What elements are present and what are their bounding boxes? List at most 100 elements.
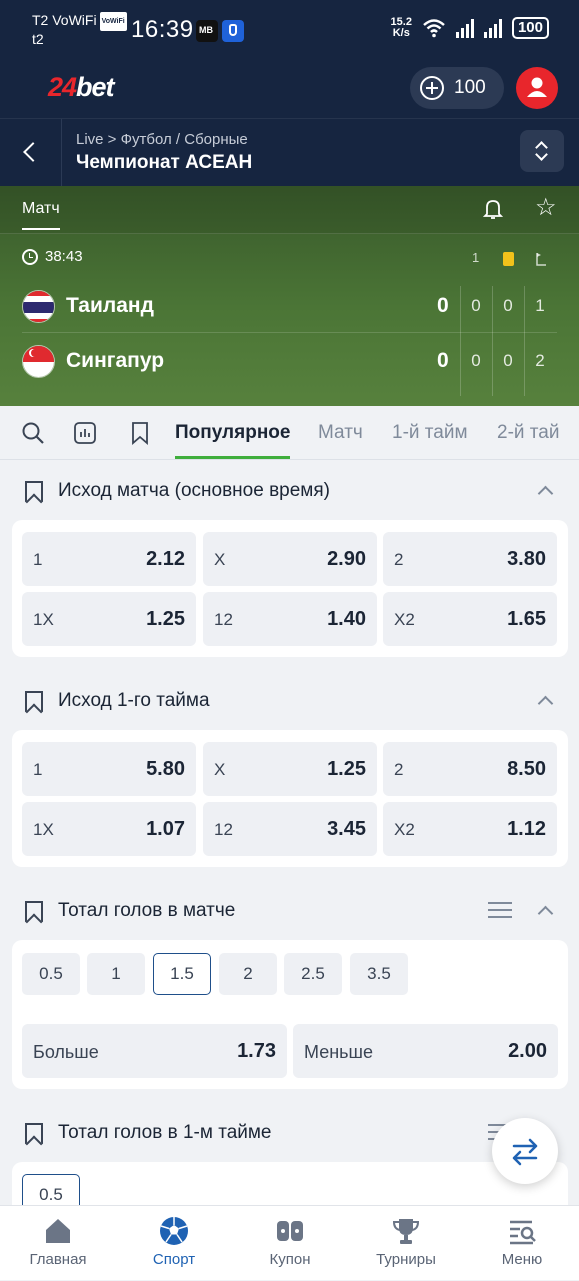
chevron-up-icon[interactable] — [537, 485, 554, 502]
menu-search-icon — [510, 1220, 536, 1245]
tab-second-half[interactable]: 2-й тай — [497, 422, 559, 444]
stat-corners: 2 — [535, 351, 545, 370]
odd-button[interactable]: 2 3.80 — [383, 532, 557, 586]
total-line-chip[interactable]: 3.5 — [350, 953, 408, 995]
match-scoreboard: Матч ☆ 38:43 1 Таиланд 0 0 0 1 Сингапур … — [0, 186, 579, 406]
favorite-star-icon[interactable]: ☆ — [535, 196, 557, 220]
search-icon[interactable] — [21, 421, 45, 445]
bookmark-icon[interactable] — [25, 901, 43, 922]
tab-popular[interactable]: Популярное — [175, 422, 291, 459]
stat-yellow-cards: 0 — [503, 351, 513, 370]
brand-logo[interactable]: 24bet — [48, 72, 115, 103]
odd-button[interactable]: 2 8.50 — [383, 742, 557, 796]
page-title: Чемпионат АСЕАН — [76, 152, 253, 173]
nav-menu[interactable]: Меню — [464, 1206, 579, 1281]
under-odd-button[interactable]: Меньше 2.00 — [293, 1024, 558, 1078]
odd-button[interactable]: 1 2.12 — [22, 532, 196, 586]
market-tabs: Популярное Матч 1-й тайм 2-й тай — [0, 406, 579, 460]
carrier-name: T2 VoWiFi — [32, 12, 97, 29]
stat-half: 0 — [471, 351, 481, 370]
totals-card: 0.5 1 1.5 2 2.5 3.5 Больше 1.73 Меньше 2.0… — [12, 940, 568, 1089]
odd-button[interactable]: 12 3.45 — [203, 802, 377, 856]
thailand-flag-icon — [22, 289, 55, 323]
over-odd-button[interactable]: Больше 1.73 — [22, 1024, 287, 1078]
nav-tournaments[interactable]: Турниры — [348, 1206, 464, 1281]
clock-time: 16:39 — [131, 16, 194, 43]
total-line-chip[interactable]: 0.5 — [22, 953, 80, 995]
team-row-home: Таиланд 0 0 0 1 — [0, 279, 579, 333]
bookmark-icon[interactable] — [25, 481, 43, 502]
team-score-away: 0 — [437, 349, 449, 372]
corner-flag-icon — [536, 253, 546, 266]
nav-home[interactable]: Главная — [0, 1206, 116, 1281]
market-header[interactable]: Исход 1-го тайма — [0, 670, 579, 730]
stat-half: 0 — [471, 296, 481, 315]
wifi-icon — [423, 19, 445, 38]
bottom-navigation: Главная Спорт Купон Турниры Меню — [0, 1205, 579, 1280]
signal-icon-2 — [483, 18, 502, 38]
stat-corners: 1 — [535, 296, 545, 315]
app-header: 24bet 100 — [0, 62, 579, 118]
team-row-away: Сингапур 0 0 0 2 — [0, 334, 579, 388]
breadcrumb[interactable]: Live > Футбол / Сборные — [76, 131, 248, 148]
back-button[interactable] — [0, 119, 62, 187]
chevron-up-icon[interactable] — [537, 695, 554, 712]
match-tabs: Матч ☆ — [0, 186, 579, 234]
column-head-half: 1 — [472, 250, 480, 265]
switch-market-button[interactable] — [492, 1118, 558, 1184]
bookmark-icon[interactable] — [25, 691, 43, 712]
yellow-card-icon — [503, 252, 514, 266]
total-line-chip[interactable]: 2.5 — [284, 953, 342, 995]
tab-match[interactable]: Матч — [318, 422, 363, 444]
status-bar: T2 VoWiFi VoWiFi t2 16:39 MB 15.2 K/s 100 — [0, 0, 579, 62]
market-header[interactable]: Тотал голов в матче — [0, 880, 579, 940]
stat-yellow-cards: 0 — [503, 296, 513, 315]
odd-button[interactable]: 1X 1.25 — [22, 592, 196, 646]
odd-button[interactable]: 1 5.80 — [22, 742, 196, 796]
coupon-icon — [277, 1221, 303, 1241]
system-indicators: 15.2 K/s 100 — [391, 17, 549, 39]
bookmark-icon[interactable] — [25, 1123, 43, 1144]
chevron-up-icon[interactable] — [537, 905, 554, 922]
expand-toggle-button[interactable] — [520, 130, 564, 172]
total-line-chip-selected[interactable]: 1.5 — [153, 953, 211, 995]
divider — [22, 332, 557, 333]
balance-value: 100 — [454, 77, 486, 98]
list-view-icon[interactable] — [488, 902, 512, 920]
tab-first-half[interactable]: 1-й тайм — [392, 422, 468, 444]
singapore-flag-icon — [22, 344, 55, 378]
user-icon — [527, 77, 547, 97]
odd-button[interactable]: 12 1.40 — [203, 592, 377, 646]
market-title: Тотал голов в матче — [58, 900, 236, 921]
clock-icon — [22, 248, 38, 265]
trophy-icon — [392, 1219, 420, 1244]
statistics-icon[interactable] — [73, 421, 97, 445]
nav-coupon[interactable]: Купон — [232, 1206, 348, 1281]
team-name-home: Таиланд — [66, 294, 154, 317]
market-header[interactable]: Исход матча (основное время) — [0, 460, 579, 520]
app-notification-icon: MB — [196, 20, 218, 42]
add-funds-icon — [420, 76, 444, 100]
carrier-line2: t2 — [32, 31, 44, 47]
total-line-chip[interactable]: 2 — [219, 953, 277, 995]
vowifi-badge: VoWiFi — [99, 12, 127, 31]
nav-sport[interactable]: Спорт — [116, 1206, 232, 1281]
total-line-chip[interactable]: 1 — [87, 953, 145, 995]
odd-button[interactable]: X2 1.65 — [383, 592, 557, 646]
breadcrumb-bar: Live > Футбол / Сборные Чемпионат АСЕАН — [0, 118, 579, 187]
tab-match[interactable]: Матч — [22, 200, 60, 230]
odds-card: 1 2.12 X 2.90 2 3.80 1X 1.25 12 1.40 X2 1.65 — [12, 520, 568, 657]
carrier-info: T2 VoWiFi VoWiFi t2 — [32, 12, 127, 48]
odd-button[interactable]: X 2.90 — [203, 532, 377, 586]
balance-button[interactable]: 100 — [410, 67, 504, 109]
swap-arrows-icon — [512, 1138, 538, 1166]
market-title: Исход матча (основное время) — [58, 480, 330, 501]
odd-button[interactable]: X2 1.12 — [383, 802, 557, 856]
battery-icon: 100 — [511, 17, 549, 39]
bell-icon[interactable] — [483, 198, 503, 220]
odd-button[interactable]: X 1.25 — [203, 742, 377, 796]
bookmark-icon[interactable] — [128, 421, 152, 445]
match-timer: 38:43 — [22, 248, 83, 265]
profile-button[interactable] — [516, 67, 558, 109]
odd-button[interactable]: 1X 1.07 — [22, 802, 196, 856]
